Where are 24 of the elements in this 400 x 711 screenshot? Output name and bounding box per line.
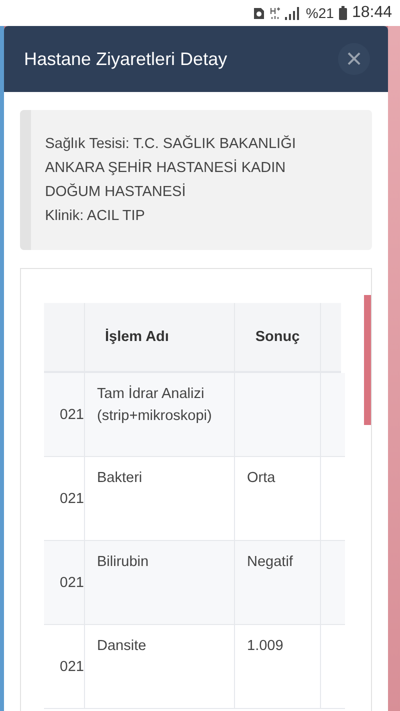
dialog-title: Hastane Ziyaretleri Detay xyxy=(24,48,228,70)
table-cell: 021 xyxy=(44,541,84,625)
signal-icon xyxy=(284,6,301,20)
info-text: Klinik: ACIL TIP xyxy=(45,207,146,226)
table-cell: 1.009 xyxy=(234,625,320,709)
network-type-icon xyxy=(270,6,280,20)
sim-card-icon xyxy=(252,6,265,20)
column-header: Sonuç xyxy=(234,303,320,373)
table-cell: Negatif xyxy=(234,541,320,625)
column-header: İşlem Adı xyxy=(84,303,234,373)
clock: 18:44 xyxy=(352,4,392,22)
table-cell: Tam İdrar Analizi (strip+mikroskopi) xyxy=(84,373,234,457)
info-text: Sağlık Tesisi: T.C. SAĞLIK BAKANLIĞI ANKARA ŞEHİR HASTANESİ KADIN DOĞUM HASTANESİ xyxy=(45,134,297,202)
table-cell: Bilirubin xyxy=(84,541,234,625)
battery-icon xyxy=(338,6,347,20)
table-cell: Bakteri xyxy=(84,457,234,541)
scrollbar[interactable] xyxy=(364,295,371,425)
table-cell: Dansite xyxy=(84,625,234,709)
table-header-cell xyxy=(320,303,341,373)
table-cell: Orta xyxy=(234,457,320,541)
close-button[interactable]: × xyxy=(338,43,370,75)
table-header-cell xyxy=(44,303,84,373)
table-cell: 021 xyxy=(44,373,84,457)
battery-percent: %21 xyxy=(306,5,334,21)
